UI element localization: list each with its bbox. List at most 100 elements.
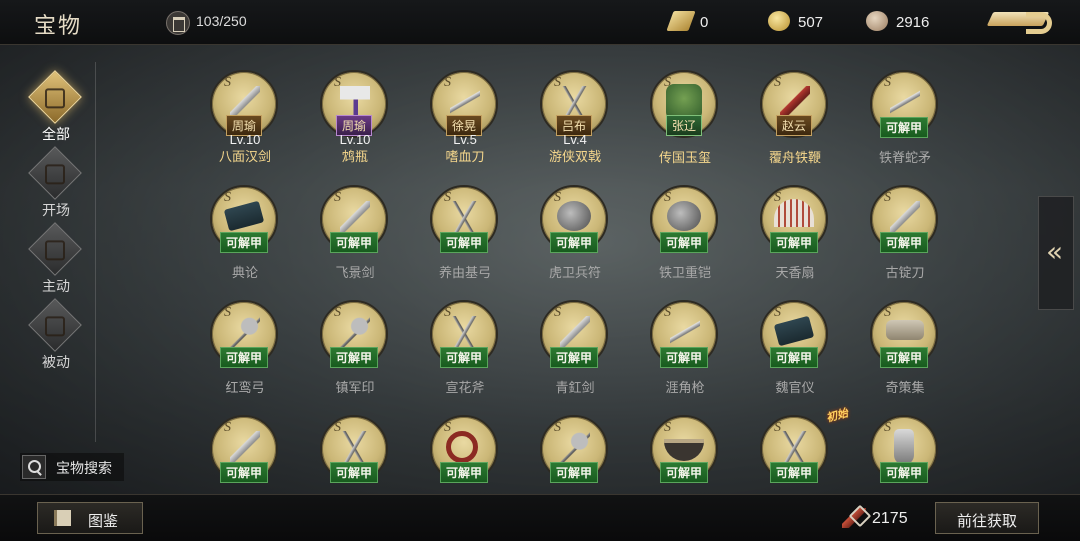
treasure-item[interactable]: S 周瑜 Lv.10 八面汉剑 bbox=[190, 68, 300, 180]
active-skill-icon bbox=[28, 222, 82, 276]
treasure-art-icon bbox=[557, 201, 591, 231]
treasure-art-icon bbox=[774, 199, 814, 227]
unlock-tag: 可解甲 bbox=[329, 462, 379, 483]
guide-button[interactable]: 图鉴 bbox=[37, 502, 143, 534]
treasure-art-icon bbox=[886, 320, 924, 340]
treasure-name: 涯角枪 bbox=[665, 380, 705, 395]
bottom-bar bbox=[0, 494, 1080, 541]
treasure-art-icon bbox=[560, 316, 590, 350]
treasure-icon-frame: S 可解甲 bbox=[760, 185, 828, 253]
unlock-tag: 可解甲 bbox=[329, 232, 379, 253]
treasure-item[interactable]: S 可解甲 养由基弓 bbox=[410, 183, 520, 295]
treasure-item[interactable]: S 可解甲 飞景剑 bbox=[300, 183, 410, 295]
treasure-name: 游侠双戟 bbox=[548, 149, 601, 164]
unlock-tag: 可解甲 bbox=[659, 347, 709, 368]
treasure-grid: S 周瑜 Lv.10 八面汉剑 S 周瑜 Lv.10 鸩瓶 S 徐晃 Lv.5 嗜血刀 S 吕布 Lv.4 游… bbox=[190, 68, 970, 494]
treasure-icon-frame: S 赵云 bbox=[760, 70, 828, 138]
treasure-item[interactable]: S 徐晃 Lv.5 嗜血刀 bbox=[410, 68, 520, 180]
treasure-icon-frame: S 可解甲 bbox=[870, 185, 938, 253]
treasure-icon-frame: S 可解甲 bbox=[650, 300, 718, 368]
treasure-icon-frame: S 可解甲 bbox=[320, 415, 388, 483]
rarity-mark: S bbox=[774, 305, 781, 320]
treasure-item[interactable]: S 可解甲 bbox=[850, 413, 960, 494]
treasure-art-icon bbox=[340, 431, 370, 465]
unlock-tag: 可解甲 bbox=[439, 462, 489, 483]
treasure-item[interactable]: S 可解甲 bbox=[410, 413, 520, 494]
rarity-mark: S bbox=[884, 305, 891, 320]
treasure-icon-frame: S 可解甲 bbox=[320, 300, 388, 368]
page-title: 宝物 bbox=[34, 13, 83, 38]
treasure-name: 铁卫重铠 bbox=[658, 265, 711, 280]
treasure-item[interactable]: S 可解甲 铁脊蛇矛 bbox=[850, 68, 960, 180]
unlock-tag: 可解甲 bbox=[219, 347, 269, 368]
treasure-icon-frame: S 周瑜 bbox=[320, 70, 388, 138]
treasure-item[interactable]: S 吕布 Lv.4 游侠双戟 bbox=[520, 68, 630, 180]
currency-value: 507 bbox=[798, 14, 824, 31]
treasure-art-icon bbox=[450, 316, 480, 350]
treasure-item[interactable]: S 可解甲天香扇 bbox=[740, 183, 850, 295]
sidebar-divider bbox=[95, 62, 96, 442]
currency-value: 2916 bbox=[896, 14, 930, 31]
treasure-item[interactable]: S 可解甲 魏官仪 bbox=[740, 298, 850, 410]
treasure-art-icon bbox=[890, 86, 920, 120]
unlock-tag: 可解甲 bbox=[769, 462, 819, 483]
currency-value: 0 bbox=[700, 14, 709, 31]
unlock-tag: 可解甲 bbox=[549, 232, 599, 253]
sidebar-item-active-skill[interactable]: 主动 bbox=[20, 222, 92, 300]
treasure-item[interactable]: S 可解甲 bbox=[190, 413, 300, 494]
treasure-name: 鸩瓶 bbox=[341, 149, 368, 164]
capacity-count: 103/250 bbox=[196, 13, 247, 29]
sidebar-item-label: 主动 bbox=[42, 278, 70, 294]
treasure-item[interactable]: S 可解甲 宣花斧 bbox=[410, 298, 520, 410]
treasure-icon-frame: S 可解甲 bbox=[650, 415, 718, 483]
treasure-icon-frame: S 可解甲 bbox=[760, 300, 828, 368]
copper-coin-icon bbox=[866, 11, 888, 31]
treasure-icon-frame: S 可解甲 bbox=[430, 415, 498, 483]
treasure-item[interactable]: S 可解甲 红鸾弓 bbox=[190, 298, 300, 410]
treasure-name: 传国玉玺 bbox=[658, 150, 711, 165]
treasure-item[interactable]: S 赵云 覆舟铁鞭 bbox=[740, 68, 850, 180]
treasure-art-icon bbox=[780, 431, 810, 465]
unlock-tag: 可解甲 bbox=[879, 117, 929, 138]
search-icon bbox=[22, 455, 46, 479]
treasure-icon-frame: S 周瑜 bbox=[210, 70, 278, 138]
unlock-tag: 可解甲 bbox=[659, 462, 709, 483]
treasure-item[interactable]: S 可解甲 bbox=[520, 413, 630, 494]
treasure-item[interactable]: S 可解甲 古锭刀 bbox=[850, 183, 960, 295]
arrow-token-icon bbox=[842, 508, 866, 528]
treasure-art-icon bbox=[670, 316, 700, 350]
treasure-item[interactable]: S 可解甲 bbox=[300, 413, 410, 494]
treasure-item[interactable]: S 可解甲 初始 bbox=[740, 407, 850, 494]
treasure-name: 典论 bbox=[231, 265, 258, 280]
category-sidebar: 全部 开场 主动 被动 bbox=[0, 44, 96, 444]
capacity-icon bbox=[166, 11, 190, 35]
treasure-item[interactable]: S 可解甲涯角枪 bbox=[630, 298, 740, 410]
treasure-item[interactable]: S 张辽传国玉玺 bbox=[630, 68, 740, 180]
equipped-hero-tag: 张辽 bbox=[665, 115, 703, 136]
treasure-search-button[interactable]: 宝物搜索 bbox=[20, 453, 124, 481]
currency-copper-coin[interactable]: 2916 bbox=[866, 10, 956, 34]
currency-gold-coin[interactable]: 507 bbox=[768, 10, 848, 34]
treasure-item[interactable]: S 可解甲 铁卫重铠 bbox=[630, 183, 740, 295]
treasure-item[interactable]: S 可解甲 典论 bbox=[190, 183, 300, 295]
treasure-item[interactable]: S 可解甲 镇军印 bbox=[300, 298, 410, 410]
treasure-item[interactable]: S 可解甲 青釭剑 bbox=[520, 298, 630, 410]
sidebar-item-passive-skill[interactable]: 被动 bbox=[20, 298, 92, 376]
back-button[interactable] bbox=[986, 8, 1062, 38]
expand-panel-button[interactable]: « bbox=[1038, 196, 1074, 310]
sidebar-item-all[interactable]: 全部 bbox=[20, 70, 92, 148]
treasure-item[interactable]: S 周瑜 Lv.10 鸩瓶 bbox=[300, 68, 410, 180]
currency-gold-ingot[interactable]: 0 bbox=[666, 10, 740, 34]
treasure-item[interactable]: S 可解甲 bbox=[630, 413, 740, 494]
sidebar-item-opening[interactable]: 开场 bbox=[20, 146, 92, 224]
treasure-art-icon bbox=[450, 201, 480, 235]
treasure-name: 奇策集 bbox=[885, 380, 925, 395]
treasure-art-icon bbox=[340, 316, 370, 350]
go-obtain-button[interactable]: 前往获取 bbox=[935, 502, 1039, 534]
treasure-name: 天香扇 bbox=[775, 265, 815, 280]
sidebar-item-label: 全部 bbox=[42, 126, 70, 142]
treasure-item[interactable]: S 可解甲 虎卫兵符 bbox=[520, 183, 630, 295]
rarity-mark: S bbox=[664, 190, 671, 205]
treasure-item[interactable]: S 可解甲 奇策集 bbox=[850, 298, 960, 410]
treasure-icon-frame: S 张辽 bbox=[650, 70, 718, 138]
